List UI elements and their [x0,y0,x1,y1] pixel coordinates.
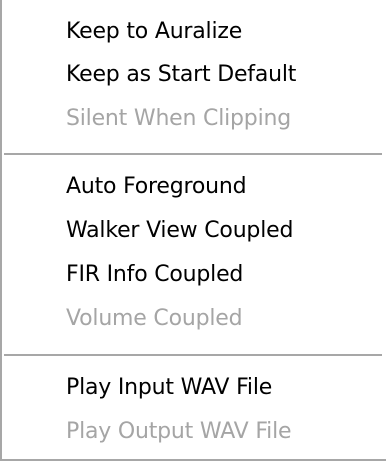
menu-item-keep-as-start-default[interactable]: Keep as Start Default [66,55,296,95]
menu-separator [4,153,382,155]
menu-item-silent-when-clipping: Silent When Clipping [66,106,291,131]
context-menu: Keep to Auralize Keep as Start Default S… [0,0,386,461]
menu-separator [4,354,382,356]
menu-item-walker-view-coupled[interactable]: Walker View Coupled [66,211,293,251]
menu-item-auto-foreground[interactable]: Auto Foreground [66,167,247,207]
menu-item-volume-coupled: Volume Coupled [66,306,243,331]
menu-item-play-input-wav-file[interactable]: Play Input WAV File [66,368,272,408]
menu-item-play-output-wav-file: Play Output WAV File [66,419,292,444]
menu-item-keep-to-auralize[interactable]: Keep to Auralize [66,12,242,52]
menu-item-fir-info-coupled[interactable]: FIR Info Coupled [66,255,243,295]
